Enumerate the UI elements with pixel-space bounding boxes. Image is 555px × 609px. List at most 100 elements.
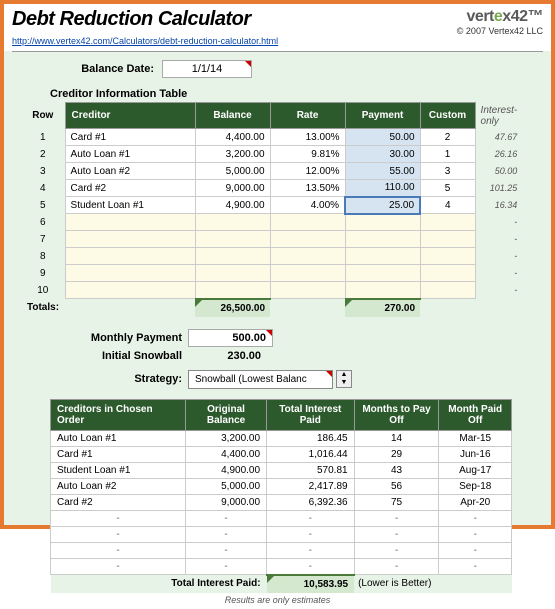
- creditor-cell[interactable]: Card #2: [65, 180, 195, 197]
- col-total-interest: Total Interest Paid: [267, 399, 355, 430]
- totals-label: Totals:: [22, 299, 65, 317]
- month-paid-off-cell: Jun-16: [439, 446, 512, 462]
- total-payment: 270.00: [345, 299, 420, 317]
- row-number: 10: [22, 282, 65, 299]
- creditor-cell[interactable]: [65, 248, 195, 265]
- page-title: Debt Reduction Calculator: [12, 8, 457, 31]
- creditor-cell[interactable]: Student Loan #1: [65, 197, 195, 214]
- creditor-cell[interactable]: [65, 265, 195, 282]
- balance-cell[interactable]: [195, 282, 270, 299]
- payoff-table: Creditors in Chosen Order Original Balan…: [50, 399, 512, 593]
- rate-cell[interactable]: [270, 248, 345, 265]
- creditor-cell[interactable]: [65, 282, 195, 299]
- row-number: 3: [22, 163, 65, 180]
- rate-cell[interactable]: [270, 282, 345, 299]
- balance-cell[interactable]: 5,000.00: [195, 163, 270, 180]
- original-balance-cell: 5,000.00: [186, 478, 267, 494]
- balance-date-label: Balance Date:: [14, 63, 154, 75]
- interest-only-cell: -: [475, 265, 522, 282]
- row-number: 9: [22, 265, 65, 282]
- interest-only-cell: -: [475, 282, 522, 299]
- rate-cell[interactable]: 4.00%: [270, 197, 345, 214]
- months-cell: -: [354, 542, 439, 558]
- balance-cell[interactable]: 4,900.00: [195, 197, 270, 214]
- custom-cell[interactable]: 1: [420, 146, 475, 163]
- rate-cell[interactable]: [270, 214, 345, 231]
- rate-cell[interactable]: [270, 265, 345, 282]
- lower-is-better-note: (Lower is Better): [354, 575, 511, 593]
- creditor-cell: Auto Loan #1: [51, 430, 186, 446]
- col-creditor: Creditor: [65, 103, 195, 129]
- row-number: 8: [22, 248, 65, 265]
- creditor-cell[interactable]: Auto Loan #1: [65, 146, 195, 163]
- months-cell: -: [354, 510, 439, 526]
- balance-cell[interactable]: [195, 214, 270, 231]
- payment-cell[interactable]: 110.00: [345, 180, 420, 197]
- original-balance-cell: 4,400.00: [186, 446, 267, 462]
- month-paid-off-cell: Sep-18: [439, 478, 512, 494]
- interest-only-cell: -: [475, 214, 522, 231]
- creditor-cell: -: [51, 510, 186, 526]
- original-balance-cell: -: [186, 510, 267, 526]
- initial-snowball-label: Initial Snowball: [22, 350, 182, 362]
- original-balance-cell: -: [186, 542, 267, 558]
- month-paid-off-cell: Aug-17: [439, 462, 512, 478]
- row-number: 7: [22, 231, 65, 248]
- balance-cell[interactable]: 9,000.00: [195, 180, 270, 197]
- creditor-cell[interactable]: [65, 214, 195, 231]
- balance-cell[interactable]: 4,400.00: [195, 129, 270, 146]
- payment-cell[interactable]: 25.00: [345, 197, 420, 214]
- balance-cell[interactable]: [195, 231, 270, 248]
- custom-cell[interactable]: 3: [420, 163, 475, 180]
- months-cell: 43: [354, 462, 439, 478]
- source-link[interactable]: http://www.vertex42.com/Calculators/debt…: [12, 36, 278, 46]
- dropdown-marker-icon: [326, 371, 332, 377]
- col-interest-only: Interest-only: [475, 103, 522, 129]
- payment-cell[interactable]: 50.00: [345, 129, 420, 146]
- rate-cell[interactable]: 13.00%: [270, 129, 345, 146]
- custom-cell[interactable]: 2: [420, 129, 475, 146]
- original-balance-cell: -: [186, 558, 267, 575]
- payment-cell[interactable]: [345, 231, 420, 248]
- col-month-paid-off: Month Paid Off: [439, 399, 512, 430]
- strategy-stepper[interactable]: ▲ ▼: [336, 370, 352, 388]
- rate-cell[interactable]: 13.50%: [270, 180, 345, 197]
- custom-cell[interactable]: 5: [420, 180, 475, 197]
- custom-cell[interactable]: [420, 282, 475, 299]
- custom-cell[interactable]: 4: [420, 197, 475, 214]
- monthly-payment-input[interactable]: 500.00: [188, 329, 273, 347]
- rate-cell[interactable]: 9.81%: [270, 146, 345, 163]
- custom-cell[interactable]: [420, 265, 475, 282]
- month-paid-off-cell: -: [439, 526, 512, 542]
- total-interest-paid-label: Total Interest Paid:: [51, 575, 267, 593]
- balance-cell[interactable]: [195, 248, 270, 265]
- payment-cell[interactable]: [345, 282, 420, 299]
- creditor-cell[interactable]: [65, 231, 195, 248]
- creditor-cell[interactable]: Auto Loan #2: [65, 163, 195, 180]
- months-cell: -: [354, 526, 439, 542]
- rate-cell[interactable]: 12.00%: [270, 163, 345, 180]
- balance-cell[interactable]: 3,200.00: [195, 146, 270, 163]
- interest-paid-cell: 2,417.89: [267, 478, 355, 494]
- payment-cell[interactable]: [345, 214, 420, 231]
- custom-cell[interactable]: [420, 231, 475, 248]
- col-months-payoff: Months to Pay Off: [354, 399, 439, 430]
- row-number: 6: [22, 214, 65, 231]
- custom-cell[interactable]: [420, 248, 475, 265]
- interest-only-cell: 101.25: [475, 180, 522, 197]
- payment-cell[interactable]: [345, 265, 420, 282]
- creditor-cell: Card #1: [51, 446, 186, 462]
- creditor-cell[interactable]: Card #1: [65, 129, 195, 146]
- balance-date-input[interactable]: 1/1/14: [162, 60, 252, 78]
- vertex42-logo: vertex42™: [457, 8, 543, 26]
- creditor-table: Row Creditor Balance Rate Payment Custom…: [22, 102, 522, 317]
- rate-cell[interactable]: [270, 231, 345, 248]
- original-balance-cell: 4,900.00: [186, 462, 267, 478]
- balance-cell[interactable]: [195, 265, 270, 282]
- custom-cell[interactable]: [420, 214, 475, 231]
- payment-cell[interactable]: [345, 248, 420, 265]
- payment-cell[interactable]: 55.00: [345, 163, 420, 180]
- interest-only-cell: 26.16: [475, 146, 522, 163]
- strategy-select[interactable]: Snowball (Lowest Balanc: [188, 370, 333, 389]
- payment-cell[interactable]: 30.00: [345, 146, 420, 163]
